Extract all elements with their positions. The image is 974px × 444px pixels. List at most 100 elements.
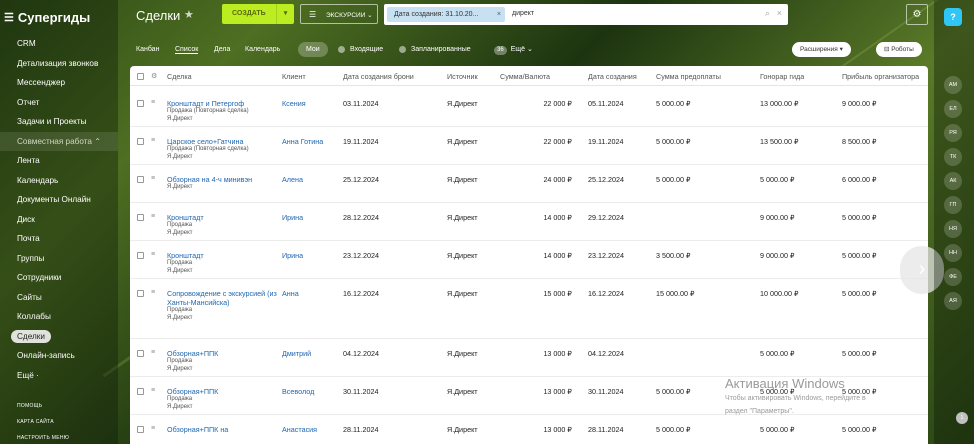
search-bar[interactable]: Дата создания: 31.10.20... × директ ⌕ ×: [384, 4, 788, 25]
col-guide-fee[interactable]: Гонорар гида: [760, 72, 804, 81]
incoming-filter-button[interactable]: Входящие: [330, 42, 391, 57]
sidebar-item[interactable]: Онлайн-запись: [0, 346, 118, 366]
client-link[interactable]: Ирина: [282, 251, 303, 260]
deal-name-link[interactable]: Сопровождение с экскурсией (из Ханты-Ман…: [167, 289, 277, 307]
my-filter-button[interactable]: Мои: [298, 42, 328, 57]
sidebar-item[interactable]: Отчет: [0, 93, 118, 113]
sidebar-item[interactable]: Сделки: [0, 327, 118, 347]
row-menu-icon[interactable]: ≡: [151, 137, 155, 144]
col-sum[interactable]: Сумма/Валюта: [500, 72, 550, 81]
client-link[interactable]: Ирина: [282, 213, 303, 222]
avatar[interactable]: АЯ: [944, 292, 962, 310]
avatar[interactable]: ФЕ: [944, 268, 962, 286]
row-menu-icon[interactable]: ≡: [151, 175, 155, 182]
sidebar-item[interactable]: Сайты: [0, 288, 118, 308]
col-prepayment[interactable]: Сумма предоплаты: [656, 72, 721, 81]
table-row[interactable]: ≡ Кронштадт Продажа Я.Директ Ирина 23.12.2024…: [130, 241, 928, 279]
tab-activities[interactable]: Дела: [214, 46, 230, 53]
table-row[interactable]: ≡ Кронштадт и Петергоф Продажа (Повторная …: [130, 89, 928, 127]
avatar[interactable]: НН: [944, 244, 962, 262]
row-checkbox[interactable]: [137, 426, 144, 433]
deal-name-link[interactable]: Кронштадт: [167, 213, 277, 222]
create-button[interactable]: СОЗДАТЬ ▾: [222, 4, 294, 24]
deal-name-link[interactable]: Кронштадт: [167, 251, 277, 260]
row-menu-icon[interactable]: ≡: [151, 99, 155, 106]
client-link[interactable]: Анна Готина: [282, 137, 323, 146]
avatar[interactable]: ГП: [944, 196, 962, 214]
menu-icon[interactable]: ☰: [4, 11, 14, 24]
sidebar-item[interactable]: Коллабы: [0, 307, 118, 327]
client-link[interactable]: Алена: [282, 175, 303, 184]
brand[interactable]: ☰ Супергиды: [0, 0, 118, 34]
client-link[interactable]: Всеволод: [282, 387, 314, 396]
more-filter-button[interactable]: 36 Ещё ⌄: [486, 42, 541, 57]
table-row[interactable]: ≡ Обзорная+ППК Продажа Я.Директ Дмитрий 04.12…: [130, 339, 928, 377]
deal-name-link[interactable]: Обзорная+ППК: [167, 349, 277, 358]
help-link[interactable]: ПОМОЩЬ: [17, 403, 42, 409]
row-menu-icon[interactable]: ≡: [151, 213, 155, 220]
client-link[interactable]: Ксения: [282, 99, 306, 108]
deal-name-link[interactable]: Обзорная+ППК: [167, 387, 277, 396]
sidebar-item[interactable]: Диск: [0, 210, 118, 230]
gear-icon[interactable]: ⚙: [151, 72, 157, 80]
sidebar-item[interactable]: Совместная работа ⌃: [0, 131, 118, 151]
help-icon[interactable]: ?: [944, 8, 962, 26]
avatar[interactable]: РЯ: [944, 124, 962, 142]
sidebar-item[interactable]: Мессенджер: [0, 73, 118, 93]
sidebar-item[interactable]: Сотрудники: [0, 268, 118, 288]
search-icon[interactable]: ⌕: [765, 8, 770, 19]
col-deal[interactable]: Сделка: [167, 72, 192, 81]
sidebar-item[interactable]: Документы Онлайн: [0, 190, 118, 210]
client-link[interactable]: Анастасия: [282, 425, 317, 434]
table-row[interactable]: ≡ Обзорная на 4-ч минивэн Я.Директ Алена 25.…: [130, 165, 928, 203]
row-checkbox[interactable]: [137, 176, 144, 183]
table-row[interactable]: ≡ Кронштадт Продажа Я.Директ Ирина 28.12.2024…: [130, 203, 928, 241]
tab-kanban[interactable]: Канбан: [136, 46, 159, 53]
col-client[interactable]: Клиент: [282, 72, 306, 81]
avatar[interactable]: АК: [944, 172, 962, 190]
row-checkbox[interactable]: [137, 252, 144, 259]
settings-button[interactable]: ⚙: [906, 4, 928, 25]
search-input[interactable]: директ: [512, 10, 534, 17]
avatar[interactable]: ЕЛ: [944, 100, 962, 118]
col-source[interactable]: Источник: [447, 72, 478, 81]
sidebar-item[interactable]: Почта: [0, 229, 118, 249]
robots-button[interactable]: ⊟ Роботы: [876, 42, 922, 57]
row-menu-icon[interactable]: ≡: [151, 251, 155, 258]
deal-name-link[interactable]: Обзорная на 4-ч минивэн: [167, 175, 277, 184]
planned-filter-button[interactable]: Запланированные: [391, 42, 479, 57]
table-row[interactable]: ≡ Обзорная+ППК на Анастасия 28.11.2024 Я.Дир…: [130, 415, 928, 444]
sidebar-item[interactable]: Задачи и Проекты: [0, 112, 118, 132]
close-icon[interactable]: ×: [497, 7, 501, 22]
avatar[interactable]: АМ: [944, 76, 962, 94]
row-menu-icon[interactable]: ≡: [151, 387, 155, 394]
col-created-date[interactable]: Дата создания: [588, 72, 637, 81]
tab-list[interactable]: Список: [175, 46, 199, 54]
row-menu-icon[interactable]: ≡: [151, 289, 155, 296]
tab-calendar[interactable]: Календарь: [245, 46, 280, 53]
configure-menu-link[interactable]: НАСТРОИТЬ МЕНЮ: [17, 435, 69, 441]
chevron-down-icon[interactable]: ▾: [276, 4, 294, 24]
clear-icon[interactable]: ×: [777, 8, 782, 18]
table-row[interactable]: ≡ Царское село+Гатчина Продажа (Повторная …: [130, 127, 928, 165]
select-all-checkbox[interactable]: [137, 73, 144, 80]
sidebar-item[interactable]: CRM: [0, 34, 118, 54]
sidebar-item[interactable]: Детализация звонков: [0, 54, 118, 74]
notification-badge[interactable]: 1: [956, 412, 968, 424]
filter-chip[interactable]: Дата создания: 31.10.20... ×: [387, 7, 505, 22]
sidebar-item[interactable]: Календарь: [0, 171, 118, 191]
extensions-button[interactable]: Расширения ▾: [792, 42, 851, 57]
row-checkbox[interactable]: [137, 100, 144, 107]
col-booking-date[interactable]: Дата создания брони: [343, 72, 414, 81]
avatar[interactable]: ТК: [944, 148, 962, 166]
excursions-button[interactable]: ☰ ЭКСКУРСИИ ⌄: [300, 4, 378, 24]
sidebar-item[interactable]: Ещё ·: [0, 366, 118, 386]
row-checkbox[interactable]: [137, 290, 144, 297]
sidebar-item[interactable]: Группы: [0, 249, 118, 269]
col-organizer-profit[interactable]: Прибыль организатора: [842, 72, 919, 81]
star-icon[interactable]: ★: [184, 8, 194, 21]
deal-name-link[interactable]: Кронштадт и Петергоф: [167, 99, 277, 108]
row-checkbox[interactable]: [137, 214, 144, 221]
client-link[interactable]: Анна: [282, 289, 299, 298]
row-checkbox[interactable]: [137, 138, 144, 145]
